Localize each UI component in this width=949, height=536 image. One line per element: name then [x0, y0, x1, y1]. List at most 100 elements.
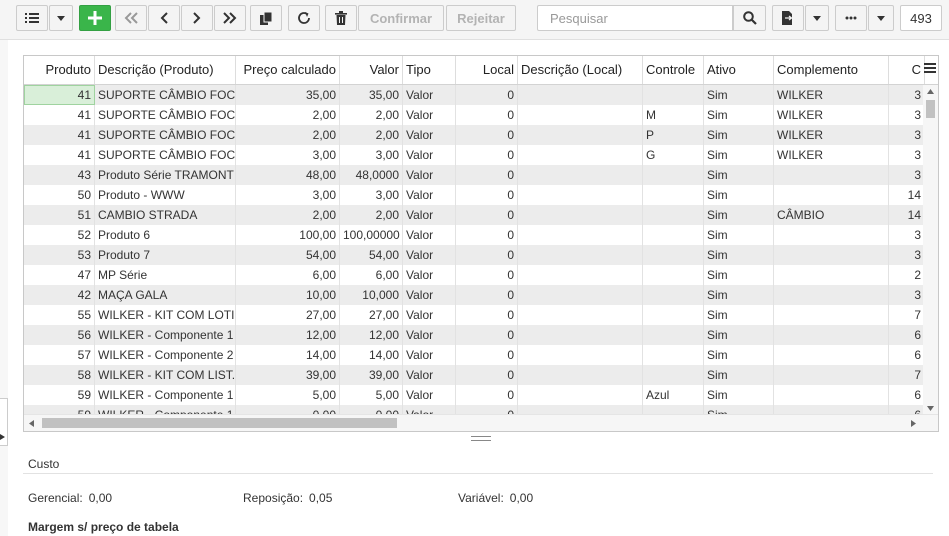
column-header-tipo[interactable]: Tipo — [403, 56, 456, 84]
cell-tipo[interactable]: Valor — [403, 345, 456, 365]
cell-complemento[interactable] — [774, 165, 889, 185]
cell-produto[interactable]: 55 — [24, 305, 95, 325]
cell-ativo[interactable]: Sim — [704, 325, 774, 345]
cell-preco[interactable]: 2,00 — [236, 125, 340, 145]
cell-desc-local[interactable] — [518, 225, 643, 245]
cell-local[interactable]: 0 — [456, 185, 518, 205]
cell-valor[interactable]: 2,00 — [340, 105, 403, 125]
cell-c[interactable]: 2 — [889, 265, 925, 285]
cell-controle[interactable] — [643, 205, 704, 225]
cell-controle[interactable] — [643, 225, 704, 245]
cell-c[interactable]: 3 — [889, 245, 925, 265]
cell-local[interactable]: 0 — [456, 145, 518, 165]
cell-controle[interactable] — [643, 85, 704, 105]
first-record-button[interactable] — [115, 5, 147, 31]
cell-ativo[interactable]: Sim — [704, 85, 774, 105]
cell-produto[interactable]: 53 — [24, 245, 95, 265]
cell-descricao[interactable]: WILKER - KIT COM LOTI — [95, 305, 236, 325]
cell-ativo[interactable]: Sim — [704, 225, 774, 245]
cell-descricao[interactable]: WILKER - Componente 1 — [95, 325, 236, 345]
cell-descricao[interactable]: Produto 6 — [95, 225, 236, 245]
table-row[interactable]: 43 Produto Série TRAMONT 48,00 48,0000 Valor… — [24, 165, 925, 185]
horizontal-scroll-thumb[interactable] — [42, 418, 397, 428]
cell-tipo[interactable]: Valor — [403, 385, 456, 405]
view-dropdown-button[interactable] — [49, 5, 73, 31]
cell-local[interactable]: 0 — [456, 325, 518, 345]
cell-preco[interactable]: 39,00 — [236, 365, 340, 385]
cell-tipo[interactable]: Valor — [403, 225, 456, 245]
cell-controle[interactable]: Azul — [643, 385, 704, 405]
table-row[interactable]: 41 SUPORTE CÂMBIO FOC 2,00 2,00 Valor 0 M Sim WI… — [24, 105, 925, 125]
cell-tipo[interactable]: Valor — [403, 85, 456, 105]
cell-ativo[interactable]: Sim — [704, 185, 774, 205]
cell-tipo[interactable]: Valor — [403, 105, 456, 125]
cell-tipo[interactable]: Valor — [403, 245, 456, 265]
cell-c[interactable]: 7 — [889, 305, 925, 325]
cell-ativo[interactable]: Sim — [704, 385, 774, 405]
column-menu-button[interactable] — [924, 62, 937, 76]
cell-c[interactable]: 6 — [889, 325, 925, 345]
cell-preco[interactable]: 10,00 — [236, 285, 340, 305]
horizontal-scrollbar[interactable] — [24, 414, 938, 431]
cell-preco[interactable]: 6,00 — [236, 265, 340, 285]
cell-valor[interactable]: 35,00 — [340, 85, 403, 105]
cell-valor[interactable]: 100,00000 — [340, 225, 403, 245]
last-record-button[interactable] — [214, 5, 246, 31]
export-dropdown-button[interactable] — [805, 5, 829, 31]
cell-ativo[interactable]: Sim — [704, 105, 774, 125]
cell-c[interactable]: 14 — [889, 205, 925, 225]
table-row[interactable]: 58 WILKER - KIT COM LIST. 39,00 39,00 Valor 0… — [24, 365, 925, 385]
cell-valor[interactable]: 3,00 — [340, 145, 403, 165]
cell-desc-local[interactable] — [518, 365, 643, 385]
cell-tipo[interactable]: Valor — [403, 325, 456, 345]
cell-descricao[interactable]: CAMBIO STRADA — [95, 205, 236, 225]
cell-desc-local[interactable] — [518, 145, 643, 165]
cell-ativo[interactable]: Sim — [704, 345, 774, 365]
cell-produto[interactable]: 47 — [24, 265, 95, 285]
cell-ativo[interactable]: Sim — [704, 165, 774, 185]
cell-desc-local[interactable] — [518, 325, 643, 345]
cell-produto[interactable]: 51 — [24, 205, 95, 225]
cell-valor[interactable]: 10,000 — [340, 285, 403, 305]
cell-desc-local[interactable] — [518, 125, 643, 145]
more-options-dropdown-button[interactable] — [868, 5, 894, 31]
cell-preco[interactable]: 3,00 — [236, 145, 340, 165]
cell-ativo[interactable]: Sim — [704, 245, 774, 265]
cell-controle[interactable] — [643, 305, 704, 325]
reject-button[interactable]: Rejeitar — [446, 5, 516, 31]
cell-produto[interactable]: 43 — [24, 165, 95, 185]
cell-valor[interactable]: 14,00 — [340, 345, 403, 365]
cell-valor[interactable]: 3,00 — [340, 185, 403, 205]
cell-produto[interactable]: 50 — [24, 185, 95, 205]
add-button[interactable] — [79, 5, 111, 31]
cell-tipo[interactable]: Valor — [403, 185, 456, 205]
delete-button[interactable] — [325, 5, 357, 31]
column-header-controle[interactable]: Controle — [643, 56, 704, 84]
cell-complemento[interactable] — [774, 185, 889, 205]
cell-local[interactable]: 0 — [456, 105, 518, 125]
cell-produto[interactable]: 57 — [24, 345, 95, 365]
table-row[interactable]: 41 SUPORTE CÂMBIO FOC 3,00 3,00 Valor 0 G Sim WI… — [24, 145, 925, 165]
cell-ativo[interactable]: Sim — [704, 305, 774, 325]
search-button[interactable] — [733, 5, 766, 31]
cell-preco[interactable]: 5,00 — [236, 385, 340, 405]
export-button[interactable] — [772, 5, 804, 31]
cell-complemento[interactable] — [774, 225, 889, 245]
cell-desc-local[interactable] — [518, 285, 643, 305]
column-header-valor[interactable]: Valor — [340, 56, 403, 84]
vertical-scroll-thumb[interactable] — [926, 100, 935, 118]
cell-c[interactable]: 3 — [889, 125, 925, 145]
cell-produto[interactable]: 41 — [24, 105, 95, 125]
cell-c[interactable]: 3 — [889, 105, 925, 125]
cell-local[interactable]: 0 — [456, 165, 518, 185]
cell-complemento[interactable] — [774, 365, 889, 385]
cell-produto[interactable]: 41 — [24, 85, 95, 105]
cell-descricao[interactable]: SUPORTE CÂMBIO FOC — [95, 145, 236, 165]
cell-produto[interactable]: 41 — [24, 125, 95, 145]
cell-preco[interactable]: 27,00 — [236, 305, 340, 325]
cell-valor[interactable]: 2,00 — [340, 125, 403, 145]
cell-produto[interactable]: 56 — [24, 325, 95, 345]
table-row[interactable]: 59 WILKER - Componente 1 5,00 5,00 Valor 0 Azu… — [24, 385, 925, 405]
cell-descricao[interactable]: WILKER - Componente 1 — [95, 385, 236, 405]
cell-complemento[interactable]: WILKER — [774, 125, 889, 145]
